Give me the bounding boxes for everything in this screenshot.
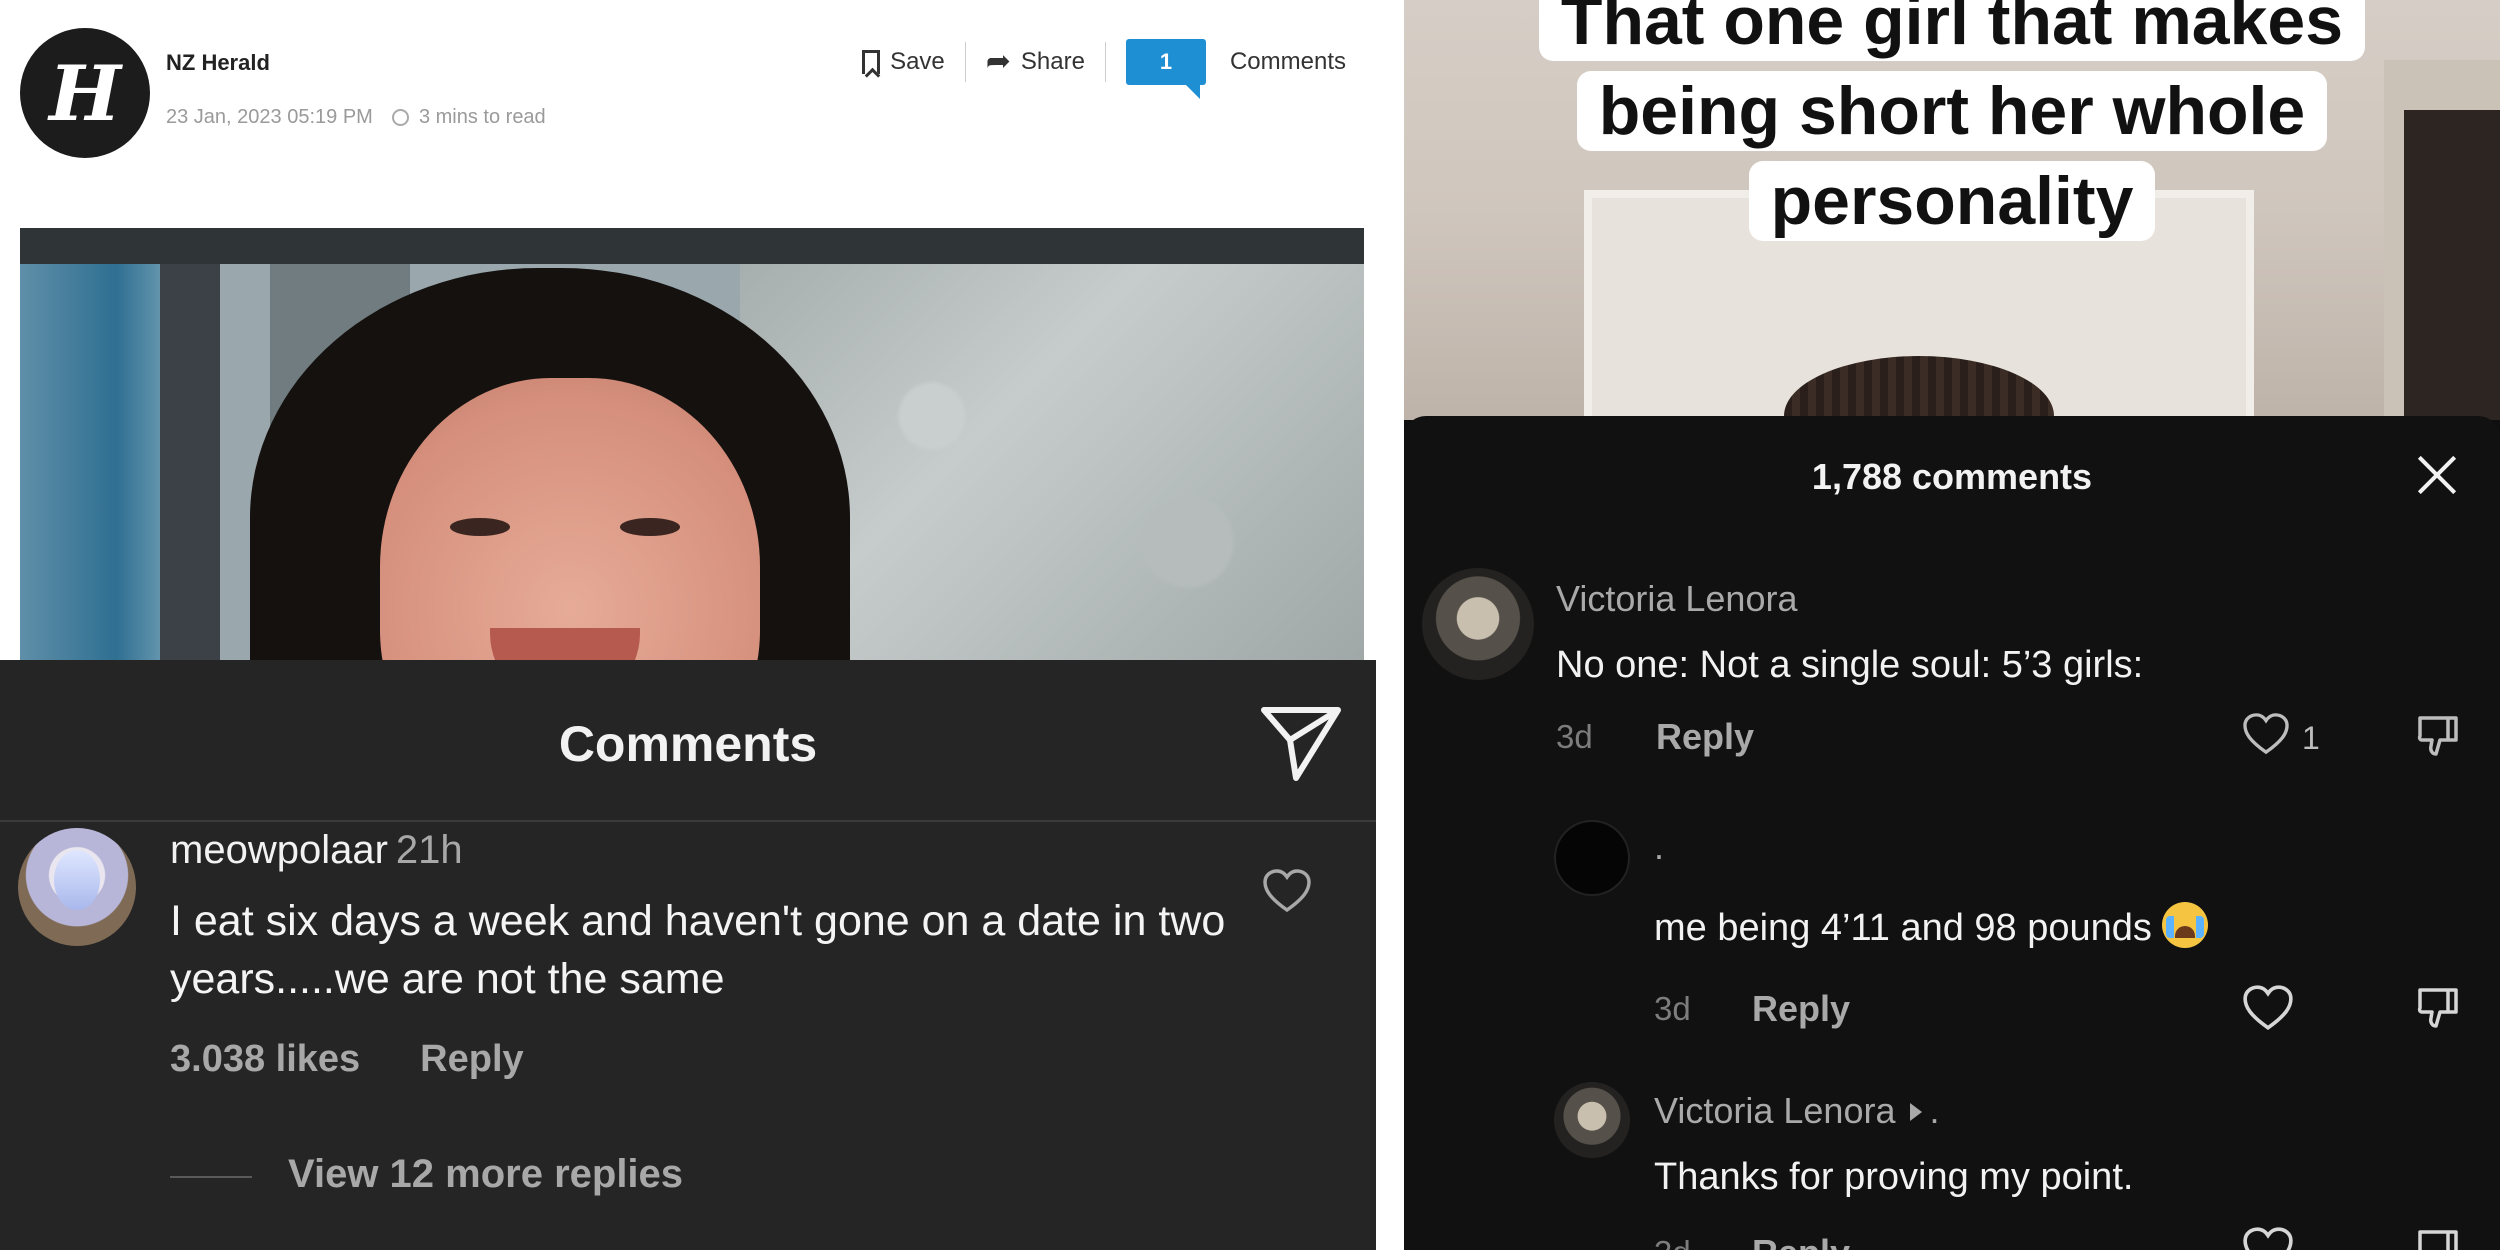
comment-text: I eat six days a week and haven't gone o… (170, 897, 1226, 1003)
comment-text: Thanks for proving my point. (1654, 1156, 2134, 1198)
right-screenshot: That one girl that makes being short her… (1404, 0, 2500, 1250)
caption-line: being short her whole (1576, 71, 2328, 151)
comment-time: 3d (1654, 990, 1691, 1027)
reply-arrow-icon (1909, 1103, 1922, 1121)
comment-count-badge: 1 (1125, 39, 1206, 99)
dislike-icon[interactable] (2414, 1226, 2462, 1250)
dislike-icon[interactable] (2414, 984, 2462, 1032)
avatar[interactable] (18, 828, 136, 946)
comments-button[interactable]: 1 Comments (1106, 39, 1366, 99)
photo-ceiling (20, 228, 1364, 264)
comment-username[interactable]: Victoria Lenora (1654, 1090, 1896, 1131)
comment-likes[interactable]: 3.038 likes (170, 1038, 360, 1080)
comment-username[interactable]: Victoria Lenora (1556, 578, 1798, 620)
share-button[interactable]: ➦ Share (966, 42, 1106, 82)
comment-header: Victoria Lenora. (1654, 1090, 1940, 1132)
comments-panel: 1,788 comments Victoria Lenora No one: N… (1404, 416, 2500, 1250)
comment-time: 21h (395, 828, 463, 872)
comments-sheet: Comments meowpolaar 21h I eat six days a … (0, 660, 1376, 1250)
photo-window (20, 228, 180, 668)
photo-eye (620, 518, 680, 536)
avatar[interactable] (1422, 568, 1534, 680)
logo-letter: H (49, 48, 121, 138)
comment-time: 3d (1556, 718, 1593, 755)
reply-to-username[interactable]: . (1930, 1090, 1940, 1131)
avatar[interactable] (1554, 820, 1630, 896)
avatar[interactable] (1554, 1082, 1630, 1158)
share-label: Share (1020, 48, 1085, 75)
article-actions: Save ➦ Share 1 Comments (842, 39, 1366, 99)
save-label: Save (890, 48, 945, 75)
replies-line (170, 1176, 252, 1178)
divider (0, 820, 1376, 822)
comment-text-body: me being 4’11 and 98 pounds (1654, 907, 2152, 949)
like-count: 1 (2302, 720, 2320, 756)
comments-label: Comments (1229, 48, 1346, 75)
crying-emoji-icon (2161, 902, 2208, 948)
clock-icon (392, 109, 410, 126)
reply-button[interactable]: Reply (1752, 1232, 1850, 1250)
heart-icon[interactable] (1262, 868, 1312, 914)
nz-herald-logo[interactable]: H (20, 28, 150, 158)
send-icon[interactable] (1256, 696, 1346, 786)
video-caption: That one girl that makes being short her… (1404, 0, 2500, 246)
article-date: 23 Jan, 2023 05:19 PM (166, 106, 373, 128)
comment-time: 3d (1654, 1234, 1691, 1250)
article-photo (20, 228, 1364, 668)
reply-button[interactable]: Reply (1656, 716, 1754, 758)
view-more-replies[interactable]: View 12 more replies (288, 1152, 683, 1197)
caption-line: That one girl that makes (1538, 0, 2366, 61)
heart-icon[interactable] (2242, 984, 2294, 1032)
read-time: 3 mins to read (418, 106, 546, 128)
comment-header: meowpolaar 21h (170, 828, 463, 873)
close-icon[interactable] (2414, 452, 2460, 498)
photo-eye (450, 518, 510, 536)
comment-meta: 3.038 likes Reply (170, 1038, 524, 1081)
comment-text: No one: Not a single soul: 5’3 girls: (1556, 644, 2144, 686)
comment-username[interactable]: meowpolaar (170, 828, 388, 872)
share-arrow-icon: ➦ (985, 45, 1011, 78)
video-frame: That one girl that makes being short her… (1404, 0, 2500, 476)
dislike-icon[interactable] (2414, 712, 2462, 760)
heart-icon[interactable] (2242, 1226, 2294, 1250)
photo-frame (160, 228, 220, 668)
bookmark-icon (862, 50, 881, 74)
caption-line: personality (1748, 161, 2156, 241)
reply-button[interactable]: Reply (420, 1038, 523, 1080)
article-meta: 23 Jan, 2023 05:19 PM 3 mins to read (166, 106, 546, 129)
comment-text: me being 4’11 and 98 pounds (1654, 902, 2208, 950)
comments-title: Comments (558, 716, 818, 772)
left-screenshot: H NZ Herald 23 Jan, 2023 05:19 PM 3 mins… (0, 0, 1376, 1250)
save-button[interactable]: Save (842, 42, 966, 82)
comment-username[interactable]: . (1654, 826, 1664, 868)
publisher-name[interactable]: NZ Herald (166, 50, 270, 76)
reply-button[interactable]: Reply (1752, 988, 1850, 1030)
heart-icon[interactable] (2242, 712, 2290, 756)
comment-count: 1,788 comments (1811, 456, 2093, 497)
article-header: H NZ Herald 23 Jan, 2023 05:19 PM 3 mins… (0, 0, 1376, 220)
